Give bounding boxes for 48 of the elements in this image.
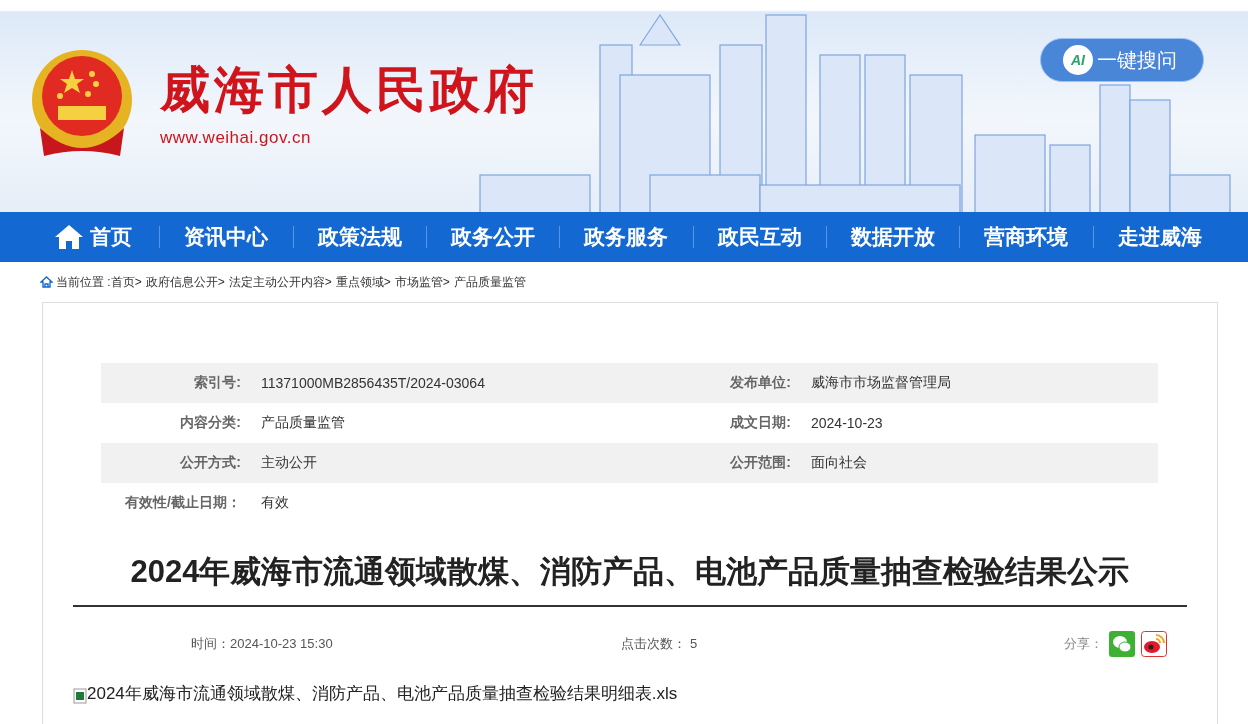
share-label: 分享： bbox=[1064, 635, 1103, 653]
nav-link[interactable]: 政民互动 bbox=[693, 212, 826, 262]
site-title: 威海市人民政府 bbox=[160, 61, 538, 120]
breadcrumb-link[interactable]: 重点领域 bbox=[335, 273, 384, 291]
field-label: 公开范围: bbox=[729, 454, 792, 472]
nav-link[interactable]: 走进威海 bbox=[1093, 212, 1226, 262]
article-title: 2024年威海市流通领域散煤、消防产品、电池产品质量抽查检验结果公示 bbox=[73, 551, 1187, 607]
wechat-icon[interactable] bbox=[1109, 631, 1135, 657]
breadcrumb-link[interactable]: 法定主动公开内容 bbox=[228, 273, 325, 291]
breadcrumb-label: 当前位置 : bbox=[56, 273, 111, 291]
breadcrumb-separator: > bbox=[383, 275, 391, 289]
click-count-label: 点击次数： bbox=[621, 636, 686, 651]
field-label: 成文日期: bbox=[729, 414, 792, 432]
nav-link[interactable]: 政策法规 bbox=[293, 212, 426, 262]
weibo-icon[interactable] bbox=[1141, 631, 1167, 657]
ai-search-button[interactable]: AI 一键搜问 bbox=[1040, 38, 1204, 82]
home-icon bbox=[40, 276, 53, 288]
field-label: 公开方式: bbox=[179, 454, 242, 472]
breadcrumb-link[interactable]: 市场监管 bbox=[394, 273, 443, 291]
attachment-link[interactable]: 2024年威海市流通领域散煤、消防产品、电池产品质量抽查检验结果明细表.xls bbox=[87, 681, 678, 705]
click-count: 5 bbox=[690, 636, 698, 651]
breadcrumb-link[interactable]: 政府信息公开 bbox=[145, 273, 218, 291]
field-value: 主动公开 bbox=[261, 454, 318, 472]
breadcrumb-separator: > bbox=[217, 275, 225, 289]
field-value: 面向社会 bbox=[811, 454, 868, 472]
breadcrumb-separator: > bbox=[442, 275, 450, 289]
nav-link[interactable]: 首页 bbox=[27, 212, 160, 262]
breadcrumb-separator: > bbox=[134, 275, 142, 289]
nav-link[interactable]: 营商环境 bbox=[960, 212, 1093, 262]
breadcrumb-separator: > bbox=[324, 275, 332, 289]
nav-link[interactable]: 政务服务 bbox=[560, 212, 693, 262]
nav-link[interactable]: 资讯中心 bbox=[160, 212, 293, 262]
field-value: 威海市市场监督管理局 bbox=[811, 374, 952, 392]
breadcrumb-link[interactable]: 产品质量监管 bbox=[453, 273, 526, 291]
nav-link[interactable]: 政务公开 bbox=[427, 212, 560, 262]
field-value: 产品质量监管 bbox=[261, 414, 346, 432]
site-url: www.weihai.gov.cn bbox=[160, 128, 312, 148]
publish-time: 时间：2024-10-23 15:30 bbox=[191, 635, 334, 653]
nav-link[interactable]: 数据开放 bbox=[826, 212, 960, 262]
field-label: 索引号: bbox=[193, 374, 242, 392]
field-value: 2024-10-23 bbox=[811, 415, 884, 431]
field-label: 发布单位: bbox=[729, 374, 792, 392]
field-label: 内容分类: bbox=[179, 414, 242, 432]
field-label: 有效性/截止日期： bbox=[124, 494, 242, 512]
field-value: 有效 bbox=[261, 494, 290, 512]
field-value: 11371000MB2856435T/2024-03064 bbox=[261, 375, 486, 391]
spreadsheet-file-icon bbox=[73, 688, 87, 704]
home-icon bbox=[55, 225, 84, 249]
